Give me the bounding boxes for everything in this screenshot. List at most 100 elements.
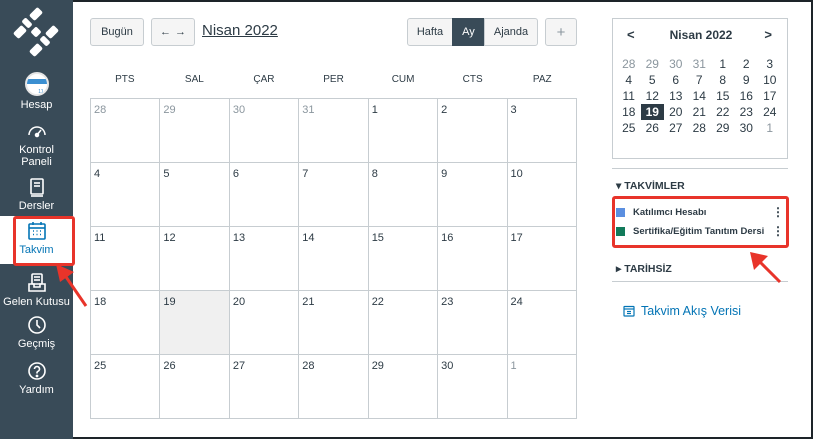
calendar-day-cell[interactable]: 29	[368, 355, 439, 419]
calendar-day-cell[interactable]: 10	[507, 163, 577, 227]
mini-calendar-day[interactable]: 26	[641, 120, 665, 136]
calendar-day-cell[interactable]: 9	[438, 163, 508, 227]
calendar-day-cell[interactable]: 24	[507, 291, 577, 355]
nav-item-calendar[interactable]: Takvim	[0, 216, 73, 264]
day-of-week-label: PER	[323, 74, 344, 85]
calendar-day-cell[interactable]: 18	[91, 291, 161, 355]
calendar-day-cell[interactable]: 5	[160, 163, 230, 227]
calendar-day-cell[interactable]: 8	[368, 163, 439, 227]
mini-calendar-day[interactable]: 9	[735, 72, 759, 88]
mini-calendar-day[interactable]: 7	[688, 72, 712, 88]
calendar-options-icon[interactable]: ⋮	[772, 205, 784, 219]
calendar-item-participant[interactable]: Katılımcı Hesabı	[616, 204, 706, 220]
calendar-day-cell[interactable]: 31	[299, 99, 369, 163]
next-month-button[interactable]: →	[175, 26, 186, 38]
calendar-day-cell[interactable]: 28	[91, 99, 161, 163]
calendar-day-cell[interactable]: 30	[438, 355, 508, 419]
previous-month-button[interactable]: ←	[160, 26, 171, 38]
mini-calendar-day[interactable]: 8	[711, 72, 735, 88]
mini-calendar-day[interactable]: 24	[758, 104, 782, 120]
calendar-day-cell[interactable]: 26	[160, 355, 230, 419]
today-button[interactable]: Bugün	[90, 18, 144, 46]
calendar-day-today[interactable]: 19	[160, 291, 230, 355]
calendar-color-swatch[interactable]	[616, 207, 625, 217]
mini-calendar-day[interactable]: 27	[664, 120, 688, 136]
calendar-day-cell[interactable]: 30	[229, 99, 300, 163]
mini-calendar-day[interactable]: 15	[711, 88, 735, 104]
mini-calendar-day[interactable]: 4	[617, 72, 641, 88]
mini-calendar-day[interactable]: 2	[735, 56, 759, 72]
day-of-week-label: CTS	[462, 74, 483, 85]
calendar-day-cell[interactable]: 16	[438, 227, 508, 291]
mini-calendar-day[interactable]: 22	[711, 104, 735, 120]
mini-calendar-day[interactable]: 17	[758, 88, 782, 104]
mini-calendar-day[interactable]: 30	[664, 56, 688, 72]
calendar-day-cell[interactable]: 4	[91, 163, 161, 227]
calendar-day-cell[interactable]: 25	[91, 355, 161, 419]
mini-calendar-day[interactable]: 31	[688, 56, 712, 72]
calendar-day-cell[interactable]: 6	[229, 163, 300, 227]
mini-calendar-day[interactable]: 10	[758, 72, 782, 88]
nav-item-dashboard[interactable]: Kontrol Paneli	[0, 120, 73, 168]
calendar-day-cell[interactable]: 14	[299, 227, 369, 291]
calendar-day-cell[interactable]: 15	[368, 227, 439, 291]
mini-calendar-day[interactable]: 11	[617, 88, 641, 104]
calendar-week-row: 25 26 27 28 29 30 1	[91, 355, 577, 419]
calendars-section-toggle[interactable]: ▾ TAKVİMLER	[616, 180, 685, 192]
calendar-day-cell[interactable]: 21	[299, 291, 369, 355]
mini-calendar-day[interactable]: 16	[735, 88, 759, 104]
calendar-item-course[interactable]: Sertifika/Eğitim Tanıtım Dersi	[616, 223, 764, 239]
mini-calendar-title: Nisan 2022	[669, 28, 733, 42]
mini-calendar-day[interactable]: 23	[735, 104, 759, 120]
global-nav: 11 Hesap Kontrol Paneli Dersler Takvim G…	[0, 0, 73, 439]
mini-calendar-day[interactable]: 25	[617, 120, 641, 136]
mini-calendar-day[interactable]: 13	[664, 88, 688, 104]
mini-calendar-day[interactable]: 21	[688, 104, 712, 120]
mini-calendar-day[interactable]: 14	[688, 88, 712, 104]
mini-calendar-day[interactable]: 3	[758, 56, 782, 72]
calendar-day-cell[interactable]: 3	[507, 99, 577, 163]
calendar-day-cell[interactable]: 1	[507, 355, 577, 419]
calendar-day-cell[interactable]: 2	[438, 99, 508, 163]
add-event-button[interactable]: +	[545, 18, 577, 46]
calendar-day-cell[interactable]: 22	[368, 291, 439, 355]
mini-calendar-day[interactable]: 29	[641, 56, 665, 72]
mini-calendar-day[interactable]: 1	[711, 56, 735, 72]
nav-item-history[interactable]: Geçmiş	[0, 314, 73, 350]
calendar-day-cell[interactable]: 27	[229, 355, 300, 419]
mini-calendar-day[interactable]: 20	[664, 104, 688, 120]
canvas-logo-icon[interactable]	[10, 6, 62, 58]
calendar-day-cell[interactable]: 28	[299, 355, 369, 419]
calendar-day-cell[interactable]: 11	[91, 227, 161, 291]
calendar-feed-link[interactable]: Takvim Akış Verisi	[623, 304, 741, 318]
view-agenda-button[interactable]: Ajanda	[484, 18, 538, 46]
mini-calendar-day[interactable]: 30	[735, 120, 759, 136]
view-week-button[interactable]: Hafta	[407, 18, 453, 46]
calendar-day-cell[interactable]: 23	[438, 291, 508, 355]
mini-calendar-day[interactable]: 12	[641, 88, 665, 104]
mini-calendar-day[interactable]: 5	[641, 72, 665, 88]
mini-calendar-day[interactable]: 28	[617, 56, 641, 72]
page-title[interactable]: Nisan 2022	[202, 22, 278, 39]
nav-item-courses[interactable]: Dersler	[0, 176, 73, 212]
calendar-day-cell[interactable]: 29	[160, 99, 230, 163]
mini-calendar-day[interactable]: 6	[664, 72, 688, 88]
nav-item-help[interactable]: Yardım	[0, 360, 73, 396]
calendar-day-cell[interactable]: 1	[368, 99, 439, 163]
calendar-day-cell[interactable]: 17	[507, 227, 577, 291]
calendar-day-cell[interactable]: 13	[229, 227, 300, 291]
view-month-button[interactable]: Ay	[452, 18, 485, 46]
mini-calendar-day[interactable]: 29	[711, 120, 735, 136]
mini-calendar-day[interactable]: 1	[758, 120, 782, 136]
calendar-day-cell[interactable]: 12	[160, 227, 230, 291]
mini-calendar-today[interactable]: 19	[640, 104, 664, 120]
mini-next-button[interactable]: >	[764, 27, 772, 42]
undated-section-toggle[interactable]: ▸ TARİHSİZ	[616, 263, 672, 275]
calendar-day-cell[interactable]: 7	[299, 163, 369, 227]
calendar-color-swatch[interactable]	[616, 226, 625, 236]
calendar-day-cell[interactable]: 20	[229, 291, 300, 355]
mini-calendar-day[interactable]: 28	[688, 120, 712, 136]
mini-calendar-day[interactable]: 18	[617, 104, 641, 120]
calendar-options-icon[interactable]: ⋮	[772, 224, 784, 238]
nav-item-account[interactable]: 11 Hesap	[0, 72, 73, 114]
